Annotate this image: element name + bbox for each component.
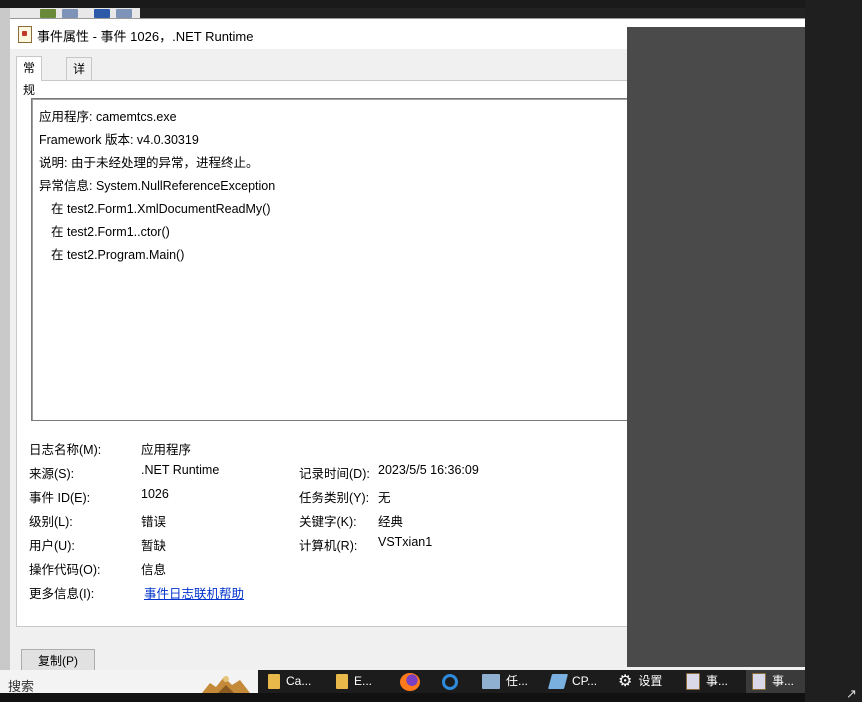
search-app-icon	[442, 673, 458, 690]
keywords-value: 经典	[378, 515, 404, 529]
taskbar-item-label: Ca...	[286, 674, 312, 688]
taskbar-search-box[interactable]: 搜索	[0, 670, 258, 694]
taskbar-item-label: 任...	[506, 674, 529, 688]
source-label: 来源(S):	[29, 467, 75, 481]
description-line: 异常信息: System.NullReferenceException	[39, 179, 276, 193]
logged-value: 2023/5/5 16:36:09	[378, 463, 479, 477]
taskbar-item[interactable]: 任...	[482, 670, 528, 693]
folder-icon	[268, 674, 280, 690]
opcode-value: 信息	[141, 563, 167, 577]
taskbar-item-label: 设置	[638, 674, 663, 688]
online-help-link[interactable]: 事件日志联机帮助	[144, 583, 244, 602]
window-title: 事件属性 - 事件 1026，.NET Runtime	[37, 29, 254, 44]
folder-icon	[336, 674, 348, 690]
event-id-value: 1026	[141, 487, 169, 501]
log-name-label: 日志名称(M):	[29, 443, 102, 457]
keywords-label: 关键字(K):	[299, 515, 357, 529]
taskbar-item[interactable]: ⚙ 设置	[618, 670, 662, 693]
background-tool-icon	[116, 9, 132, 18]
user-label: 用户(U):	[29, 539, 75, 553]
screen-top-edge	[0, 0, 862, 8]
background-tool-icon	[40, 9, 56, 18]
taskbar-item[interactable]: E...	[336, 670, 372, 693]
description-line: 在 test2.Form1.XmlDocumentReadMy()	[51, 202, 271, 216]
computer-label: 计算机(R):	[299, 539, 358, 553]
log-name-value: 应用程序	[141, 443, 192, 457]
tab-general[interactable]: 常规	[16, 56, 43, 97]
tab-details[interactable]: 详细信息	[66, 57, 93, 142]
more-info-label: 更多信息(I):	[29, 587, 95, 601]
event-viewer-icon	[752, 673, 766, 691]
gear-icon: ⚙	[618, 673, 633, 691]
description-line: 在 test2.Program.Main()	[51, 248, 185, 262]
screen-bottom-edge	[0, 693, 805, 702]
task-category-label: 任务类别(Y):	[299, 491, 370, 505]
taskbar-item[interactable]	[442, 670, 464, 693]
source-value: .NET Runtime	[141, 463, 220, 477]
event-id-label: 事件 ID(E):	[29, 491, 91, 505]
event-log-icon	[18, 26, 32, 43]
taskbar-item-label: 事...	[772, 674, 795, 688]
background-tool-icon	[62, 9, 78, 18]
level-label: 级别(L):	[29, 515, 73, 529]
description-line: 说明: 由于未经处理的异常，进程终止。	[39, 156, 259, 170]
taskbar-item[interactable]	[400, 670, 426, 693]
taskbar: 搜索 Ca... E... 任... CP... ⚙ 设置 事... 事...	[0, 670, 805, 694]
taskbar-item-active[interactable]: 事...	[746, 670, 805, 693]
description-line: Framework 版本: v4.0.30319	[39, 133, 199, 147]
taskbar-item[interactable]: 事...	[686, 670, 728, 693]
taskbar-item-label: 事...	[706, 674, 729, 688]
user-value: 暂缺	[141, 539, 167, 553]
task-category-value: 无	[378, 491, 391, 505]
computer-value: VSTxian1	[378, 535, 433, 549]
taskbar-item-label: CP...	[572, 674, 598, 688]
background-window-edge	[0, 8, 10, 670]
overlapping-window	[627, 27, 805, 667]
cpu-app-icon	[547, 674, 569, 690]
logged-label: 记录时间(D):	[299, 467, 370, 481]
search-highlight-icon	[196, 671, 256, 693]
taskbar-item[interactable]: CP...	[547, 670, 598, 693]
level-value: 错误	[141, 515, 167, 529]
opcode-label: 操作代码(O):	[29, 563, 101, 577]
firefox-icon	[400, 672, 420, 691]
help-icon	[94, 9, 110, 18]
description-line: 应用程序: camemtcs.exe	[39, 110, 177, 124]
taskbar-item-label: E...	[354, 674, 373, 688]
resize-arrow-icon: ↗	[846, 686, 857, 701]
description-line: 在 test2.Form1..ctor()	[51, 225, 170, 239]
desktop-background	[805, 0, 862, 702]
event-viewer-icon	[686, 673, 700, 691]
taskbar-item[interactable]: Ca...	[268, 670, 311, 693]
task-manager-icon	[482, 674, 500, 690]
